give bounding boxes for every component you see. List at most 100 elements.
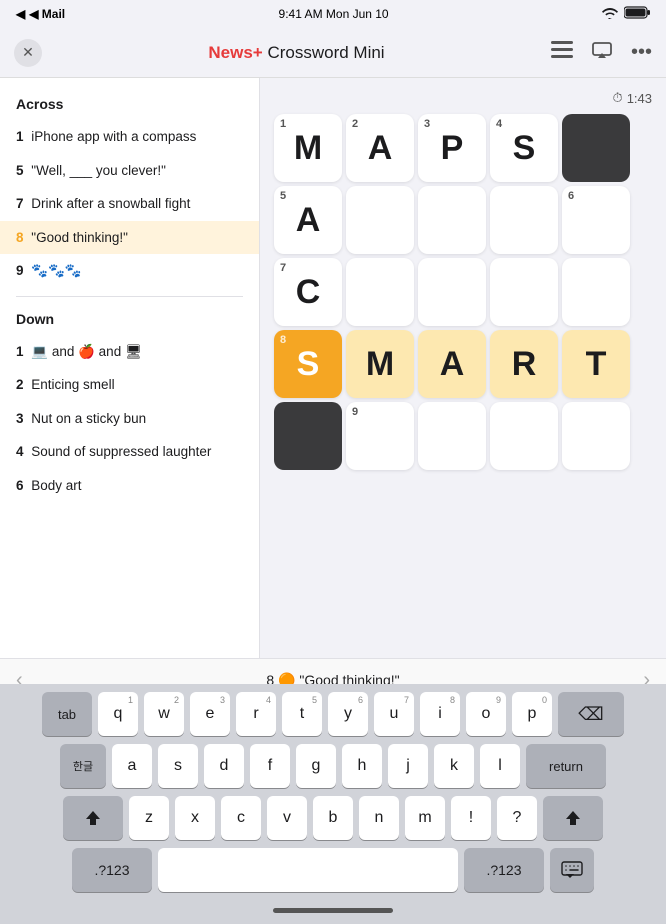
key-d[interactable]: d <box>204 744 244 788</box>
wifi-icon <box>602 7 618 22</box>
clue-across-5[interactable]: 5 "Well, ___ you clever!" <box>0 154 259 188</box>
left-shift-key[interactable] <box>63 796 123 840</box>
tab-key[interactable]: tab <box>42 692 92 736</box>
status-time: 9:41 AM Mon Jun 10 <box>279 7 389 21</box>
clue-down-4[interactable]: 4 Sound of suppressed laughter <box>0 435 259 469</box>
cell-5-3[interactable] <box>418 402 486 470</box>
key-n[interactable]: n <box>359 796 399 840</box>
cell-5-1-black <box>274 402 342 470</box>
cell-4-4[interactable]: R <box>490 330 558 398</box>
cell-2-5[interactable]: 6 <box>562 186 630 254</box>
nav-bar: ✕ News+ Crossword Mini ••• <box>0 28 666 78</box>
key-p[interactable]: 0p <box>512 692 552 736</box>
key-m[interactable]: m <box>405 796 445 840</box>
key-r[interactable]: 4r <box>236 692 276 736</box>
cell-5-5[interactable] <box>562 402 630 470</box>
clue-text: Enticing smell <box>31 377 114 392</box>
key-o[interactable]: 9o <box>466 692 506 736</box>
clue-text: 💻 and 🍎 and 🖥 <box>31 344 142 359</box>
keyboard-row-1: tab 1q 2w 3e 4r 5t 6y 7u 8i 9o 0p ⌫ <box>4 692 662 736</box>
numbers-left-key[interactable]: .?123 <box>72 848 152 892</box>
clue-down-1[interactable]: 1 💻 and 🍎 and 🖥 <box>0 335 259 369</box>
close-button[interactable]: ✕ <box>14 39 42 67</box>
keyboard-hide-key[interactable] <box>550 848 594 892</box>
key-h[interactable]: h <box>342 744 382 788</box>
key-v[interactable]: v <box>267 796 307 840</box>
clue-down-3[interactable]: 3 Nut on a sticky bun <box>0 402 259 436</box>
key-k[interactable]: k <box>434 744 474 788</box>
cell-3-3[interactable] <box>418 258 486 326</box>
cell-2-3[interactable] <box>418 186 486 254</box>
cell-3-4[interactable] <box>490 258 558 326</box>
clue-num: 8 <box>16 230 24 245</box>
right-shift-key[interactable] <box>543 796 603 840</box>
key-x[interactable]: x <box>175 796 215 840</box>
cell-1-4[interactable]: 4S <box>490 114 558 182</box>
keyboard: tab 1q 2w 3e 4r 5t 6y 7u 8i 9o 0p ⌫ 한글 a… <box>0 684 666 924</box>
key-e[interactable]: 3e <box>190 692 230 736</box>
clue-num: 4 <box>16 444 24 459</box>
across-title: Across <box>0 90 259 120</box>
clue-divider <box>16 296 243 297</box>
cell-num: 2 <box>352 118 358 130</box>
cell-4-2[interactable]: M <box>346 330 414 398</box>
key-g[interactable]: g <box>296 744 336 788</box>
cell-num: 7 <box>280 262 286 274</box>
cell-2-4[interactable] <box>490 186 558 254</box>
clue-text: iPhone app with a compass <box>31 129 196 144</box>
keyboard-row-2: 한글 a s d f g h j k l return <box>4 744 662 788</box>
cell-5-4[interactable] <box>490 402 558 470</box>
cell-1-3[interactable]: 3P <box>418 114 486 182</box>
key-u[interactable]: 7u <box>374 692 414 736</box>
key-w[interactable]: 2w <box>144 692 184 736</box>
clue-num: 6 <box>16 478 24 493</box>
cell-3-2[interactable] <box>346 258 414 326</box>
clue-num: 2 <box>16 377 24 392</box>
cell-3-1[interactable]: 7C <box>274 258 342 326</box>
cell-num: 4 <box>496 118 502 130</box>
delete-key[interactable]: ⌫ <box>558 692 624 736</box>
key-f[interactable]: f <box>250 744 290 788</box>
key-question[interactable]: ? <box>497 796 537 840</box>
clue-down-2[interactable]: 2 Enticing smell <box>0 368 259 402</box>
key-t[interactable]: 5t <box>282 692 322 736</box>
return-key[interactable]: return <box>526 744 606 788</box>
status-mail[interactable]: ◀ Mail <box>29 7 65 21</box>
key-q[interactable]: 1q <box>98 692 138 736</box>
clue-num: 1 <box>16 129 24 144</box>
key-a[interactable]: a <box>112 744 152 788</box>
key-j[interactable]: j <box>388 744 428 788</box>
key-b[interactable]: b <box>313 796 353 840</box>
clue-across-8[interactable]: 8 "Good thinking!" <box>0 221 259 255</box>
clue-down-6[interactable]: 6 Body art <box>0 469 259 503</box>
clue-across-9[interactable]: 9 🐾🐾🐾 <box>0 254 259 288</box>
cell-5-2[interactable]: 9 <box>346 402 414 470</box>
key-i[interactable]: 8i <box>420 692 460 736</box>
more-icon[interactable]: ••• <box>631 41 652 64</box>
airplay-icon[interactable] <box>591 41 613 65</box>
cell-3-5[interactable] <box>562 258 630 326</box>
clue-across-1[interactable]: 1 iPhone app with a compass <box>0 120 259 154</box>
cell-1-1[interactable]: 1M <box>274 114 342 182</box>
numbers-right-key[interactable]: .?123 <box>464 848 544 892</box>
hangul-key[interactable]: 한글 <box>60 744 106 788</box>
keyboard-row-4: .?123 .?123 <box>4 848 662 892</box>
clue-across-7[interactable]: 7 Drink after a snowball fight <box>0 187 259 221</box>
key-exclaim[interactable]: ! <box>451 796 491 840</box>
key-z[interactable]: z <box>129 796 169 840</box>
key-c[interactable]: c <box>221 796 261 840</box>
key-y[interactable]: 6y <box>328 692 368 736</box>
key-s[interactable]: s <box>158 744 198 788</box>
apple-news-logo: News+ <box>208 43 262 62</box>
cell-4-5[interactable]: T <box>562 330 630 398</box>
cell-1-2[interactable]: 2A <box>346 114 414 182</box>
clue-text: Sound of suppressed laughter <box>31 444 211 459</box>
list-icon[interactable] <box>551 41 573 65</box>
cell-2-1[interactable]: 5A <box>274 186 342 254</box>
space-bar[interactable] <box>158 848 458 892</box>
cell-4-3[interactable]: A <box>418 330 486 398</box>
cell-num: 6 <box>568 190 574 202</box>
cell-2-2[interactable] <box>346 186 414 254</box>
cell-4-1-active[interactable]: 8S <box>274 330 342 398</box>
key-l[interactable]: l <box>480 744 520 788</box>
